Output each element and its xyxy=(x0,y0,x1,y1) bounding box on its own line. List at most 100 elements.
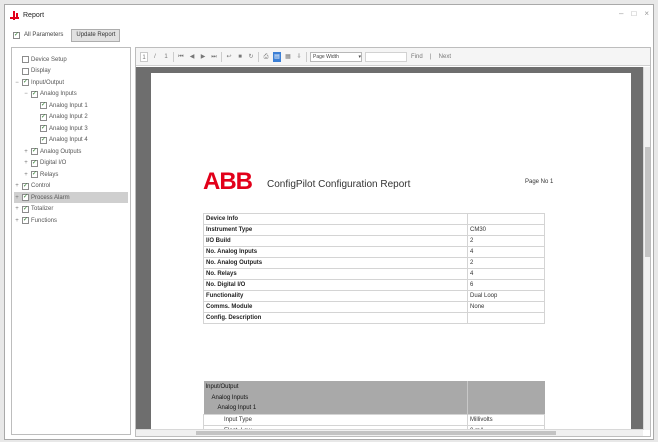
tree-item[interactable]: − ✓ Analog Inputs xyxy=(23,89,128,100)
tree-item[interactable]: ✓ Analog Input 1 xyxy=(32,100,128,111)
table-row: No. Digital I/O 6 xyxy=(203,279,545,291)
expand-icon[interactable]: + xyxy=(23,149,29,155)
property-value: CM30 xyxy=(467,224,545,236)
tree-item-checkbox[interactable] xyxy=(22,56,29,63)
next-link[interactable]: Next xyxy=(438,52,452,62)
property-name: Instrument Type xyxy=(203,224,468,236)
zoom-value: Page Width xyxy=(313,53,339,60)
title-bar: Report – □ × xyxy=(5,5,653,25)
zoom-select[interactable]: Page Width ▾ xyxy=(310,51,362,62)
update-report-button[interactable]: Update Report xyxy=(71,28,121,42)
export-icon[interactable]: ⇩ xyxy=(295,52,303,62)
page-setup-icon[interactable]: ▦ xyxy=(284,52,292,62)
horizontal-scrollbar-thumb[interactable] xyxy=(196,431,556,435)
section-header-row: Analog Input 1 xyxy=(203,403,545,414)
report-window: Report – □ × ✓ All Parameters Update Rep… xyxy=(4,4,654,440)
property-value xyxy=(467,392,545,403)
tree-item[interactable]: + ✓ Functions xyxy=(14,215,128,226)
first-page-icon[interactable]: ⏮ xyxy=(177,52,185,62)
property-name: Functionality xyxy=(203,290,468,302)
expand-icon[interactable]: + xyxy=(14,195,20,201)
table-row: I/O Build 2 xyxy=(203,235,545,247)
expand-icon[interactable]: + xyxy=(23,172,29,178)
tree-item[interactable]: ✓ Analog Input 4 xyxy=(32,135,128,146)
tree-item-checkbox[interactable]: ✓ xyxy=(22,79,29,86)
last-page-icon[interactable]: ⏭ xyxy=(210,52,218,62)
expand-icon[interactable]: + xyxy=(14,218,20,224)
back-icon[interactable]: ↩ xyxy=(225,52,233,62)
property-name: No. Analog Outputs xyxy=(203,257,468,269)
tree-item-checkbox[interactable]: ✓ xyxy=(22,217,29,224)
tree-item-checkbox[interactable]: ✓ xyxy=(40,113,47,121)
next-page-icon[interactable]: ▶ xyxy=(199,52,207,62)
tree-item[interactable]: + ✓ Process Alarm xyxy=(14,192,128,203)
property-name: No. Digital I/O xyxy=(203,279,468,291)
section-header: Analog Inputs xyxy=(203,392,468,403)
tree-item[interactable]: ✓ Analog Input 2 xyxy=(32,112,128,123)
refresh-icon[interactable]: ↻ xyxy=(247,52,255,62)
abb-logo: ABB xyxy=(203,168,253,195)
tree-item-checkbox[interactable]: ✓ xyxy=(22,182,29,190)
previous-page-icon[interactable]: ◀ xyxy=(188,52,196,62)
tree-item[interactable]: + ✓ Digital I/O xyxy=(23,158,128,169)
tree-item-label: Input/Output xyxy=(31,79,65,86)
property-name: Input Type xyxy=(203,413,468,426)
abb-logo-text: ABB xyxy=(203,168,253,195)
viewer-toolbar: 1 / 1 ⏮ ◀ ▶ ⏭ ↩ ■ ↻ ⎙ ▤ ▦ ⇩ Page Width ▾ … xyxy=(136,48,650,66)
tree-item-label: Digital I/O xyxy=(40,160,67,166)
minimize-button[interactable]: – xyxy=(619,9,623,18)
property-name: Device Info xyxy=(203,213,468,225)
tree-item-checkbox[interactable]: ✓ xyxy=(40,136,47,144)
property-value xyxy=(467,381,545,392)
tree-item-label: Relays xyxy=(40,171,59,178)
tree-item-checkbox[interactable]: ✓ xyxy=(31,159,38,167)
find-input[interactable] xyxy=(365,51,407,62)
separator xyxy=(221,51,222,62)
find-link[interactable]: Find xyxy=(410,52,424,62)
maximize-button[interactable]: □ xyxy=(631,9,636,18)
tree-item[interactable]: ✓ Analog Input 3 xyxy=(32,123,128,134)
tree-item-checkbox[interactable]: ✓ xyxy=(22,194,29,201)
expand-icon[interactable]: + xyxy=(23,160,29,166)
table-row: Input Type Millivolts xyxy=(203,413,545,426)
horizontal-scrollbar[interactable] xyxy=(136,429,643,436)
parameter-tree[interactable]: Device Setup Display − ✓ Input/Output − ✓ Analo… xyxy=(11,47,131,435)
all-parameters-checkbox[interactable]: ✓ xyxy=(13,31,20,39)
tree-item[interactable]: + ✓ Analog Outputs xyxy=(23,146,128,157)
tree-item-checkbox[interactable]: ✓ xyxy=(22,205,29,213)
tree-item[interactable]: + ✓ Control xyxy=(14,181,128,192)
page-total-label: 1 xyxy=(164,53,168,60)
expand-icon[interactable]: + xyxy=(14,206,20,212)
input-output-table: Input/Output Analog Inputs Analog Input 1I… xyxy=(203,381,545,430)
tree-item-label: Functions xyxy=(31,217,58,224)
tree-item-label: Analog Input 2 xyxy=(49,114,88,120)
tree-item-checkbox[interactable] xyxy=(22,67,29,75)
vertical-scrollbar-thumb[interactable] xyxy=(645,147,650,257)
page-number-input[interactable]: 1 xyxy=(140,51,148,62)
print-icon[interactable]: ⎙ xyxy=(262,52,270,62)
tree-item-label: Analog Input 1 xyxy=(49,102,88,109)
tree-item-checkbox[interactable]: ✓ xyxy=(31,148,38,155)
collapse-icon[interactable]: − xyxy=(14,80,20,86)
tree-item-checkbox[interactable]: ✓ xyxy=(31,90,38,98)
tree-item[interactable]: Device Setup xyxy=(14,54,128,65)
separator xyxy=(258,51,259,62)
tree-item-label: Control xyxy=(31,183,51,189)
expand-icon[interactable]: + xyxy=(14,183,20,189)
tree-item[interactable]: + ✓ Totalizer xyxy=(14,204,128,215)
table-row: Config. Description xyxy=(203,312,545,324)
tree-item[interactable]: − ✓ Input/Output xyxy=(14,77,128,88)
stop-icon[interactable]: ■ xyxy=(236,52,244,62)
tree-item-checkbox[interactable]: ✓ xyxy=(40,102,47,109)
vertical-scrollbar[interactable] xyxy=(643,67,650,430)
close-button[interactable]: × xyxy=(644,9,649,18)
property-name: No. Relays xyxy=(203,268,468,280)
tree-item-label: Analog Input 3 xyxy=(49,125,88,132)
tree-item-checkbox[interactable]: ✓ xyxy=(40,125,47,132)
collapse-icon[interactable]: − xyxy=(23,91,29,97)
print-layout-icon[interactable]: ▤ xyxy=(273,51,281,62)
property-name: Comms. Module xyxy=(203,301,468,313)
tree-item[interactable]: + ✓ Relays xyxy=(23,169,128,180)
tree-item[interactable]: Display xyxy=(14,66,128,77)
tree-item-checkbox[interactable]: ✓ xyxy=(31,171,38,178)
